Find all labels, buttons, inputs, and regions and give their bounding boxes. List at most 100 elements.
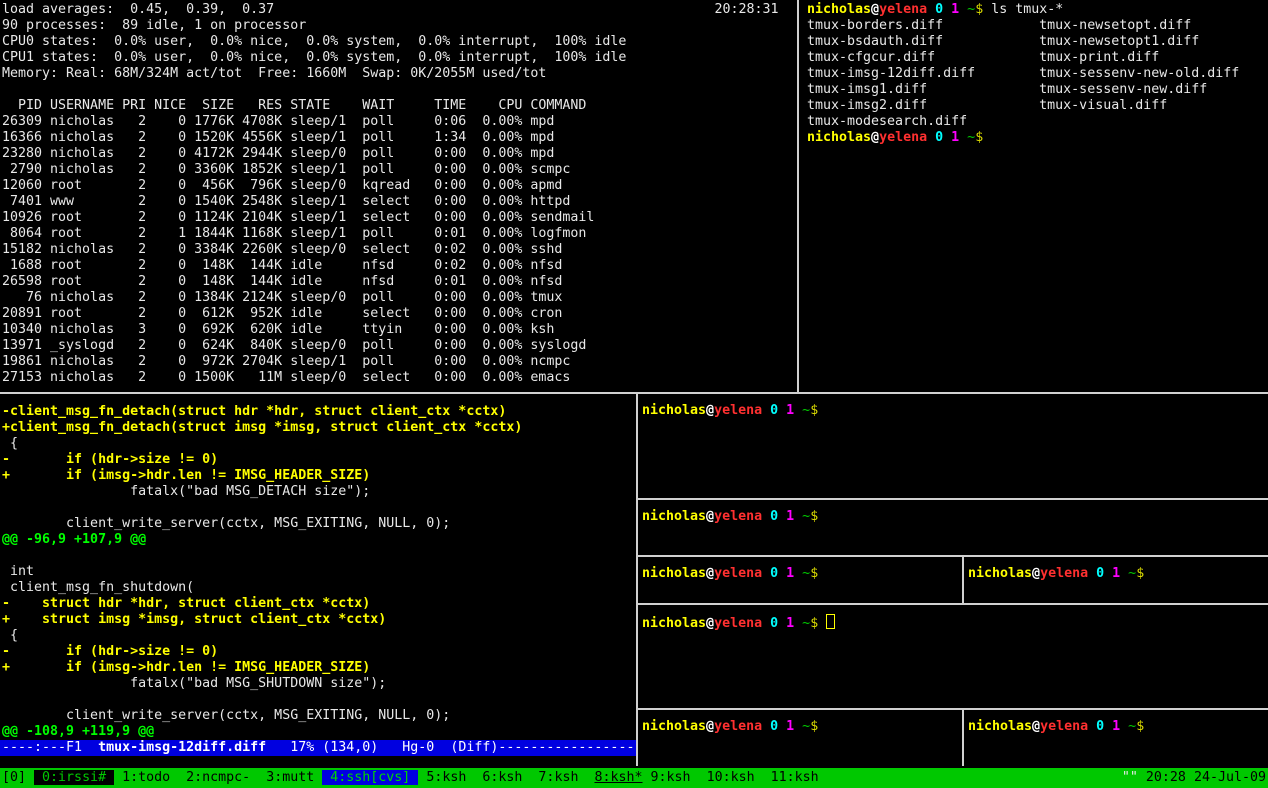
shell-prompt-line: nicholas@yelena 0 1 ~$ <box>642 509 1268 525</box>
shell-prompt-line: nicholas@yelena 0 1 ~$ <box>807 130 1268 146</box>
tmux-status-bar: [0] 0:irssi# 1:todo 2:ncmpc- 3:mutt 4:ss… <box>0 768 1268 788</box>
prompt-session-index: 0 <box>935 2 943 17</box>
prompt-user: nicholas <box>642 616 706 631</box>
prompt-user: nicholas <box>807 130 871 145</box>
prompt-symbol: $ <box>810 509 818 524</box>
ls-output-line: tmux-modesearch.diff <box>807 114 1268 130</box>
diff-line-hunk: @@ -96,9 +107,9 @@ <box>2 532 636 548</box>
prompt-cwd: ~ <box>794 616 810 631</box>
window-3-mutt[interactable]: 3:mutt <box>258 770 322 785</box>
shell-pane-row-c: nicholas@yelena 0 1 ~$ nicholas@yelena 0… <box>638 557 1268 603</box>
prompt-user: nicholas <box>968 719 1032 734</box>
prompt-host: yelena <box>879 2 927 17</box>
diff-line-context: client_msg_fn_shutdown( <box>2 580 636 596</box>
shell-prompt-line: nicholas@yelena 0 1 ~$ <box>642 719 962 735</box>
diff-line-context: { <box>2 628 636 644</box>
prompt-window-index: 1 <box>1112 719 1120 734</box>
space <box>943 130 951 145</box>
modeline-info: 17% (134,0) Hg-0 (Diff)----------------- <box>266 740 634 755</box>
diff-line-hunk: @@ -108,9 +119,9 @@ <box>2 724 636 740</box>
window-2-ncmpc[interactable]: 2:ncmpc- <box>178 770 258 785</box>
window-10-ksh[interactable]: 10:ksh <box>699 770 763 785</box>
diff-line-context: int <box>2 564 636 580</box>
prompt-user: nicholas <box>642 719 706 734</box>
prompt-at-sign: @ <box>1032 566 1040 581</box>
prompt-cwd: ~ <box>1120 719 1136 734</box>
emacs-modeline: ----:---F1 tmux-imsg-12diff.diff 17% (13… <box>0 740 636 756</box>
space <box>1088 566 1096 581</box>
ls-output-line: tmux-imsg2.diff tmux-visual.diff <box>807 98 1268 114</box>
diff-line-added: + if (imsg->hdr.len != IMSG_HEADER_SIZE) <box>2 468 636 484</box>
prompt-cwd: ~ <box>959 2 975 17</box>
prompt-cwd: ~ <box>794 509 810 524</box>
window-0-irssi[interactable]: 0:irssi# <box>34 770 114 785</box>
window-9-ksh[interactable]: 9:ksh <box>643 770 699 785</box>
diff-line-removed: - if (hdr->size != 0) <box>2 644 636 660</box>
shell-pane-ls-output[interactable]: nicholas@yelena 0 1 ~$ ls tmux-*tmux-bor… <box>799 0 1268 392</box>
window-11-ksh[interactable]: 11:ksh <box>763 770 819 785</box>
window-5-ksh[interactable]: 5:ksh <box>418 770 474 785</box>
prompt-session-index: 0 <box>770 566 778 581</box>
window-7-ksh[interactable]: 7:ksh <box>530 770 594 785</box>
window-8-ksh-current[interactable]: 8:ksh* <box>594 770 642 785</box>
window-4-ssh[interactable]: 4:ssh[cvs] <box>322 770 418 785</box>
prompt-cwd: ~ <box>1120 566 1136 581</box>
top-process-monitor-pane[interactable]: load averages: 0.45, 0.39, 0.37 20:28:31… <box>0 0 797 392</box>
space <box>762 719 770 734</box>
prompt-cwd: ~ <box>794 719 810 734</box>
modeline-prefix: ----:---F1 <box>2 740 98 755</box>
prompt-session-index: 0 <box>770 616 778 631</box>
file-names: tmux-imsg-12diff.diff tmux-sessenv-new-o… <box>807 66 1239 81</box>
prompt-session-index: 0 <box>1096 566 1104 581</box>
prompt-user: nicholas <box>642 509 706 524</box>
prompt-window-index: 1 <box>951 2 959 17</box>
diff-line-context: { <box>2 436 636 452</box>
prompt-at-sign: @ <box>871 2 879 17</box>
shell-prompt-line: nicholas@yelena 0 1 ~$ <box>642 614 1268 632</box>
diff-line-added: + struct imsg *imsg, struct client_ctx *… <box>2 612 636 628</box>
diff-line-added: + if (imsg->hdr.len != IMSG_HEADER_SIZE) <box>2 660 636 676</box>
prompt-at-sign: @ <box>706 509 714 524</box>
shell-pane-b[interactable]: nicholas@yelena 0 1 ~$ <box>638 500 1268 555</box>
prompt-user: nicholas <box>642 566 706 581</box>
file-names: tmux-imsg2.diff tmux-visual.diff <box>807 98 1167 113</box>
space <box>1104 719 1112 734</box>
status-clock: 20:28 24-Jul-09 <box>1146 770 1266 785</box>
shell-pane-a[interactable]: nicholas@yelena 0 1 ~$ <box>638 394 1268 498</box>
prompt-session-index: 0 <box>1096 719 1104 734</box>
modeline-filename: tmux-imsg-12diff.diff <box>98 740 266 755</box>
space <box>778 403 786 418</box>
prompt-host: yelena <box>714 616 762 631</box>
space <box>818 616 826 631</box>
shell-pane-c1[interactable]: nicholas@yelena 0 1 ~$ <box>638 557 962 603</box>
prompt-window-index: 1 <box>786 719 794 734</box>
shell-pane-d-active[interactable]: nicholas@yelena 0 1 ~$ <box>638 605 1268 708</box>
diff-line-context: fatalx("bad MSG_SHUTDOWN size"); <box>2 676 636 692</box>
diff-line-context: client_write_server(cctx, MSG_EXITING, N… <box>2 708 636 724</box>
prompt-session-index: 0 <box>770 509 778 524</box>
shell-prompt-line: nicholas@yelena 0 1 ~$ <box>642 403 1268 419</box>
top-pane-row: load averages: 0.45, 0.39, 0.37 20:28:31… <box>0 0 1268 392</box>
space <box>778 616 786 631</box>
space <box>778 509 786 524</box>
file-names: tmux-borders.diff tmux-newsetopt.diff <box>807 18 1191 33</box>
window-6-ksh[interactable]: 6:ksh <box>474 770 530 785</box>
diff-line-context: client_write_server(cctx, MSG_EXITING, N… <box>2 516 636 532</box>
prompt-user: nicholas <box>968 566 1032 581</box>
shell-pane-e2[interactable]: nicholas@yelena 0 1 ~$ <box>964 710 1268 766</box>
prompt-at-sign: @ <box>706 566 714 581</box>
status-bar-right: "" 20:28 24-Jul-09 <box>1122 770 1266 788</box>
space <box>943 2 951 17</box>
shell-pane-c2[interactable]: nicholas@yelena 0 1 ~$ <box>964 557 1268 603</box>
prompt-host: yelena <box>714 509 762 524</box>
diff-line-removed: - struct hdr *hdr, struct client_ctx *cc… <box>2 596 636 612</box>
right-shell-pane-stack: nicholas@yelena 0 1 ~$ nicholas@yelena 0… <box>638 394 1268 766</box>
window-1-todo[interactable]: 1:todo <box>114 770 178 785</box>
ls-output-line: tmux-bsdauth.diff tmux-newsetopt1.diff <box>807 34 1268 50</box>
file-names: tmux-modesearch.diff <box>807 114 1039 129</box>
file-names: tmux-bsdauth.diff tmux-newsetopt1.diff <box>807 34 1199 49</box>
emacs-diff-pane[interactable]: -client_msg_fn_detach(struct hdr *hdr, s… <box>0 394 636 766</box>
shell-pane-e1[interactable]: nicholas@yelena 0 1 ~$ <box>638 710 962 766</box>
shell-prompt-line: nicholas@yelena 0 1 ~$ <box>968 719 1268 735</box>
prompt-cwd: ~ <box>794 403 810 418</box>
